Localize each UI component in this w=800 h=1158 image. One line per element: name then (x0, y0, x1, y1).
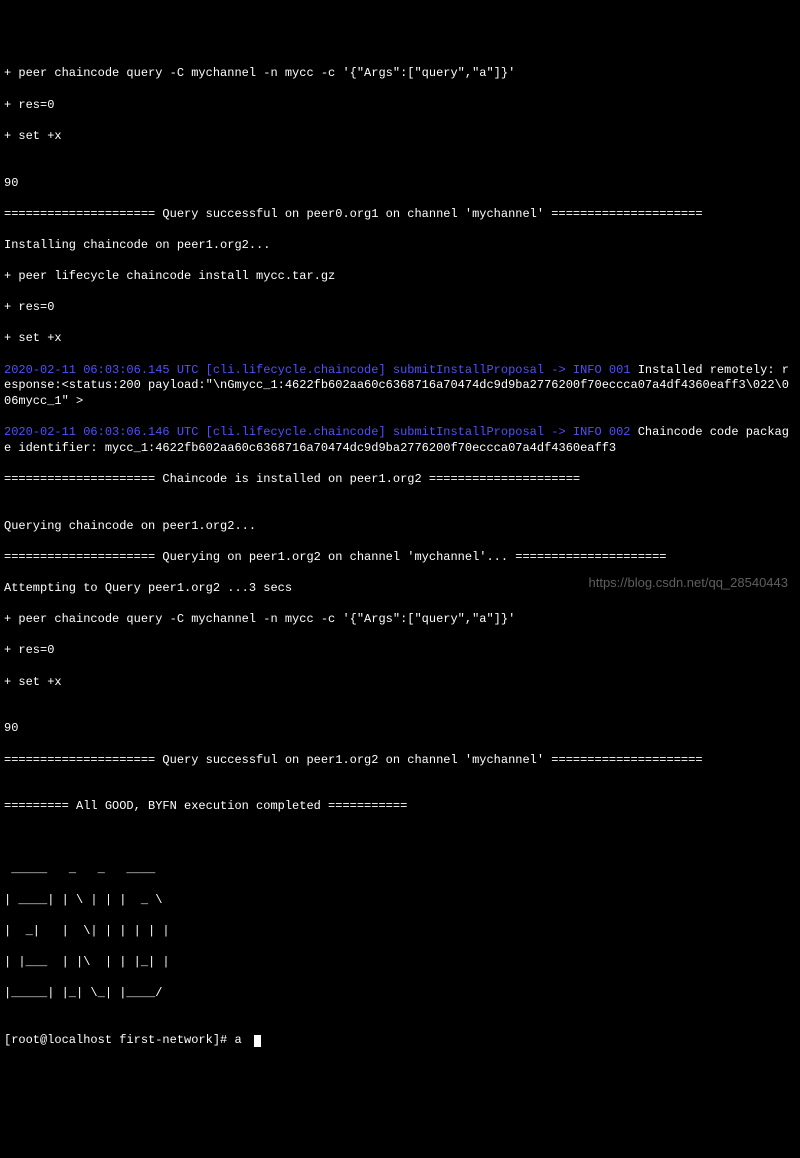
terminal-line: ========= All GOOD, BYFN execution compl… (4, 799, 796, 815)
terminal-line: + res=0 (4, 643, 796, 659)
terminal-line: + set +x (4, 129, 796, 145)
shell-prompt: [root@localhost first-network]# (4, 1033, 234, 1047)
terminal-line: ===================== Chaincode is insta… (4, 472, 796, 488)
terminal-line: ===================== Querying on peer1.… (4, 550, 796, 566)
ascii-art-end: |_____| |_| \_| |____/ (4, 986, 796, 1002)
terminal-line: Querying chaincode on peer1.org2... (4, 519, 796, 535)
terminal-line: + set +x (4, 675, 796, 691)
terminal-line: ===================== Query successful o… (4, 207, 796, 223)
terminal-line: Installing chaincode on peer1.org2... (4, 238, 796, 254)
terminal-line: 2020-02-11 06:03:06.146 UTC [cli.lifecyc… (4, 425, 796, 456)
terminal-line: + peer chaincode query -C mychannel -n m… (4, 612, 796, 628)
terminal-line: ===================== Query successful o… (4, 753, 796, 769)
watermark-text: https://blog.csdn.net/qq_28540443 (589, 575, 789, 592)
terminal-line: + peer chaincode query -C mychannel -n m… (4, 66, 796, 82)
prompt-line: [root@localhost first-network]# (4, 1033, 796, 1049)
ascii-art-end: | _| | \| | | | | | (4, 924, 796, 940)
ascii-art-end: _____ _ _ ____ (4, 862, 796, 878)
ascii-art-end: | ____| | \ | | | _ \ (4, 893, 796, 909)
log-timestamp: 2020-02-11 06:03:06.146 UTC [cli.lifecyc… (4, 425, 631, 439)
cursor-icon (254, 1035, 261, 1047)
terminal-line: 90 (4, 721, 796, 737)
terminal-line: + set +x (4, 331, 796, 347)
terminal-line: + peer lifecycle chaincode install mycc.… (4, 269, 796, 285)
terminal-line: 90 (4, 176, 796, 192)
terminal-line: + res=0 (4, 300, 796, 316)
terminal-line: 2020-02-11 06:03:06.145 UTC [cli.lifecyc… (4, 363, 796, 410)
log-timestamp: 2020-02-11 06:03:06.145 UTC [cli.lifecyc… (4, 363, 631, 377)
ascii-art-end: | |___ | |\ | | |_| | (4, 955, 796, 971)
terminal-line: + res=0 (4, 98, 796, 114)
terminal-input[interactable] (234, 1033, 254, 1047)
